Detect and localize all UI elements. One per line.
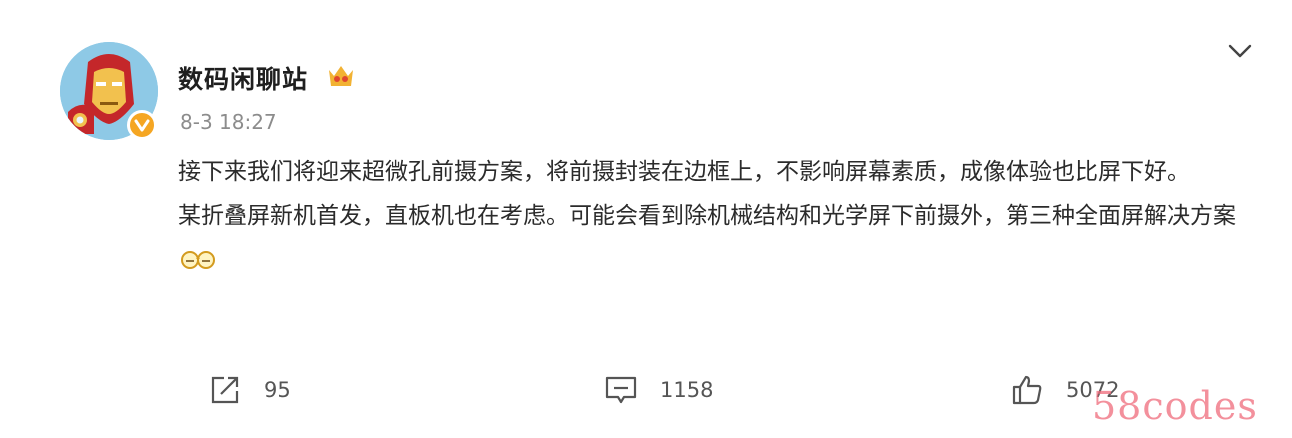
weibo-post: 数码闲聊站 8-3 18:27 接下来我们将迎来超微孔前摄方案，将前摄封装在边框…	[0, 0, 1292, 438]
chevron-down-icon[interactable]	[1226, 40, 1254, 62]
thumbs-up-icon	[1012, 375, 1042, 405]
share-icon	[211, 376, 239, 404]
comment-icon	[605, 376, 637, 404]
share-button[interactable]: 95	[208, 372, 291, 408]
comment-count: 1158	[660, 378, 714, 402]
verified-badge-icon	[127, 110, 157, 140]
author-name[interactable]: 数码闲聊站	[178, 60, 308, 96]
post-paragraph-text: 某折叠屏新机首发，直板机也在考虑。可能会看到除机械结构和光学屏下前摄外，第三种全…	[178, 203, 1236, 229]
comment-button[interactable]: 1158	[604, 372, 713, 408]
post-paragraph: 某折叠屏新机首发，直板机也在考虑。可能会看到除机械结构和光学屏下前摄外，第三种全…	[178, 194, 1253, 282]
watermark: 58codes	[1092, 384, 1258, 428]
crown-badge-icon[interactable]	[326, 62, 356, 90]
post-content: 接下来我们将迎来超微孔前摄方案，将前摄封装在边框上，不影响屏幕素质，成像体验也比…	[178, 150, 1253, 282]
glasses-emoji-icon	[181, 251, 215, 269]
post-paragraph: 接下来我们将迎来超微孔前摄方案，将前摄封装在边框上，不影响屏幕素质，成像体验也比…	[178, 159, 1190, 185]
post-timestamp[interactable]: 8-3 18:27	[180, 110, 277, 134]
share-count: 95	[264, 378, 291, 402]
